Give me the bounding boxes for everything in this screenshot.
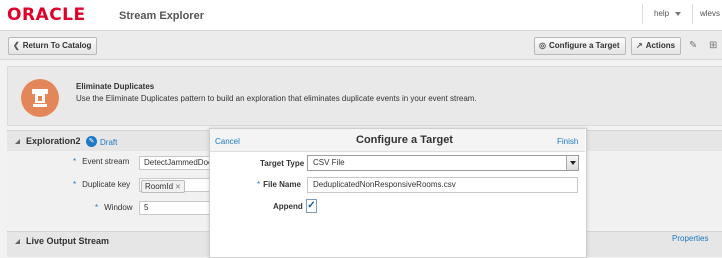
window-field[interactable]: 5 bbox=[139, 201, 213, 215]
help-label: help bbox=[654, 9, 670, 18]
properties-link[interactable]: Properties bbox=[672, 234, 708, 243]
required-marker: * bbox=[73, 180, 77, 189]
app-title: Stream Explorer bbox=[119, 10, 204, 22]
collapse-triangle-icon[interactable] bbox=[15, 139, 20, 144]
file-name-label-row: * File Name bbox=[257, 180, 301, 189]
header-divider bbox=[692, 4, 693, 24]
publish-tool-icon[interactable]: ⊞ bbox=[709, 40, 717, 51]
dialog-cancel-link[interactable]: Cancel bbox=[215, 137, 240, 146]
chevron-down-icon bbox=[675, 11, 682, 16]
configure-target-button[interactable]: ◎ Configure a Target bbox=[534, 37, 626, 55]
draft-status: Draft bbox=[100, 138, 118, 147]
configure-target-label: Configure a Target bbox=[548, 41, 620, 50]
pattern-description: Use the Eliminate Duplicates pattern to … bbox=[76, 94, 477, 103]
event-stream-field[interactable]: DetectJammedDoor bbox=[139, 156, 213, 170]
actions-button[interactable]: ↗ Actions bbox=[631, 37, 682, 55]
return-to-catalog-button[interactable]: ❮ Return To Catalog bbox=[8, 37, 98, 55]
external-arrow-icon: ↗ bbox=[636, 41, 643, 50]
pencil-icon[interactable]: ✎ bbox=[86, 136, 97, 147]
pattern-title: Eliminate Duplicates bbox=[76, 82, 155, 91]
collapse-triangle-icon[interactable] bbox=[15, 239, 20, 244]
exploration-title: Exploration2 bbox=[26, 136, 81, 146]
event-stream-label-row: * Event stream bbox=[73, 157, 129, 166]
actions-label: Actions bbox=[645, 41, 676, 50]
token-label: RoomId bbox=[145, 182, 174, 191]
target-icon: ◎ bbox=[539, 41, 546, 50]
append-checkbox[interactable]: ✓ bbox=[306, 199, 317, 213]
duplicate-key-label-row: * Duplicate key bbox=[73, 180, 130, 189]
checkmark-icon: ✓ bbox=[307, 200, 316, 211]
required-marker: * bbox=[257, 180, 261, 189]
remove-token-icon[interactable]: ✕ bbox=[175, 184, 181, 191]
return-label: Return To Catalog bbox=[22, 41, 92, 50]
event-stream-label: Event stream bbox=[82, 157, 130, 166]
duplicate-key-label: Duplicate key bbox=[82, 180, 131, 189]
dialog-finish-link[interactable]: Finish bbox=[557, 137, 578, 146]
target-type-value: CSV File bbox=[313, 158, 345, 167]
target-type-select[interactable]: CSV File bbox=[307, 155, 579, 171]
user-menu[interactable]: wlevs bbox=[700, 9, 720, 18]
eliminate-duplicates-icon bbox=[21, 79, 59, 117]
app-header bbox=[0, 0, 722, 31]
append-label: Append bbox=[273, 202, 303, 211]
window-label: Window bbox=[104, 203, 133, 212]
target-type-label: Target Type bbox=[260, 159, 305, 168]
edit-tool-icon[interactable]: ✎ bbox=[689, 40, 697, 51]
required-marker: * bbox=[73, 157, 77, 166]
help-menu[interactable]: help bbox=[654, 9, 682, 18]
required-marker: * bbox=[95, 203, 99, 212]
oracle-logo: ORACLE bbox=[7, 5, 86, 25]
header-divider bbox=[642, 4, 643, 24]
file-name-label: File Name bbox=[263, 180, 301, 189]
chevron-left-icon: ❮ bbox=[13, 41, 20, 50]
dialog-title: Configure a Target bbox=[356, 134, 453, 146]
duplicate-key-token[interactable]: RoomId ✕ bbox=[141, 180, 185, 193]
live-output-title: Live Output Stream bbox=[26, 236, 110, 246]
window-label-row: * Window bbox=[95, 203, 133, 212]
file-name-input[interactable]: DeduplicatedNonResponsiveRooms.csv bbox=[307, 177, 578, 193]
chevron-down-icon[interactable] bbox=[566, 156, 578, 170]
